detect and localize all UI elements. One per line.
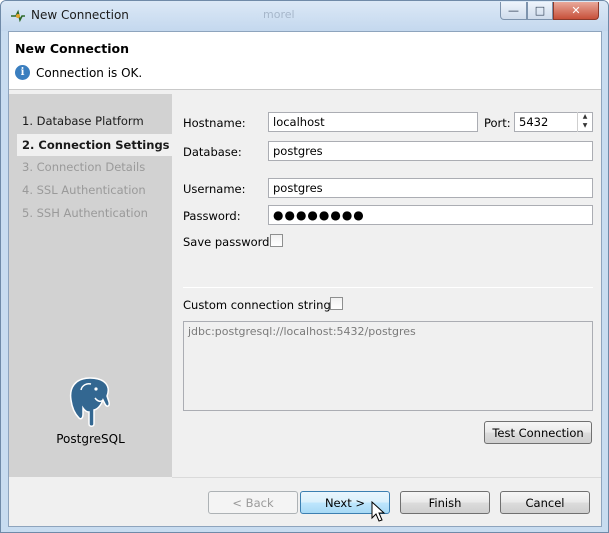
minimize-icon: — — [508, 4, 519, 17]
new-connection-window: New Connection morel — □ ✕ New Connectio… — [0, 0, 609, 533]
database-input[interactable]: postgres — [268, 141, 593, 161]
port-label: Port: — [484, 116, 511, 130]
back-button[interactable]: < Back — [208, 491, 298, 514]
maximize-icon: □ — [534, 4, 546, 17]
custom-connection-string-checkbox[interactable] — [330, 297, 343, 310]
cancel-button[interactable]: Cancel — [500, 491, 590, 514]
step-database-platform[interactable]: 1. Database Platform — [22, 114, 144, 128]
test-connection-button[interactable]: Test Connection — [484, 421, 592, 444]
status-message: Connection is OK. — [36, 66, 143, 80]
custom-connection-string-label: Custom connection string: — [183, 298, 335, 312]
minimize-button[interactable]: — — [500, 2, 527, 20]
wizard-steps-sidebar: 1. Database Platform 2. Connection Setti… — [9, 94, 172, 477]
port-input[interactable]: 5432 ▲ ▼ — [514, 112, 593, 132]
maximize-button[interactable]: □ — [527, 2, 553, 20]
title-bar[interactable]: New Connection morel — □ ✕ — [1, 1, 608, 31]
dialog-frame: New Connection i Connection is OK. 1. Da… — [8, 31, 602, 527]
connection-string-textarea[interactable]: jdbc:postgresql://localhost:5432/postgre… — [183, 321, 593, 411]
hostname-input[interactable]: localhost — [268, 112, 478, 132]
close-button[interactable]: ✕ — [553, 2, 599, 20]
save-password-checkbox[interactable] — [270, 234, 283, 247]
dialog-title: New Connection — [15, 41, 130, 56]
password-label: Password: — [183, 209, 241, 223]
username-label: Username: — [183, 182, 246, 196]
step-ssl-authentication: 4. SSL Authentication — [22, 183, 146, 197]
window-title: New Connection — [31, 8, 129, 22]
spin-down-icon[interactable]: ▼ — [578, 121, 592, 130]
username-input[interactable]: postgres — [268, 178, 593, 198]
postgresql-elephant-icon — [69, 377, 110, 427]
footer-divider — [172, 477, 601, 478]
mouse-pointer-icon — [371, 501, 386, 522]
step-ssh-authentication: 5. SSH Authentication — [22, 206, 148, 220]
background-window-title: morel — [263, 8, 295, 21]
platform-label: PostgreSQL — [56, 432, 125, 446]
port-value: 5432 — [519, 115, 549, 129]
hostname-label: Hostname: — [183, 116, 246, 130]
database-label: Database: — [183, 145, 242, 159]
connection-settings-form: Hostname: localhost Port: 5432 ▲ ▼ Datab… — [172, 94, 601, 477]
port-spinner[interactable]: ▲ ▼ — [577, 112, 592, 132]
spin-up-icon[interactable]: ▲ — [578, 112, 592, 121]
step-connection-details: 3. Connection Details — [22, 160, 146, 174]
close-icon: ✕ — [571, 4, 581, 17]
step-connection-settings[interactable]: 2. Connection Settings — [17, 134, 172, 156]
form-separator — [183, 287, 593, 288]
dialog-header: New Connection i Connection is OK. — [9, 32, 601, 90]
save-password-label: Save password: — [183, 235, 274, 249]
info-icon: i — [15, 65, 30, 80]
finish-button[interactable]: Finish — [400, 491, 490, 514]
connection-app-icon — [11, 9, 25, 23]
password-input[interactable]: ●●●●●●●● — [268, 205, 593, 225]
